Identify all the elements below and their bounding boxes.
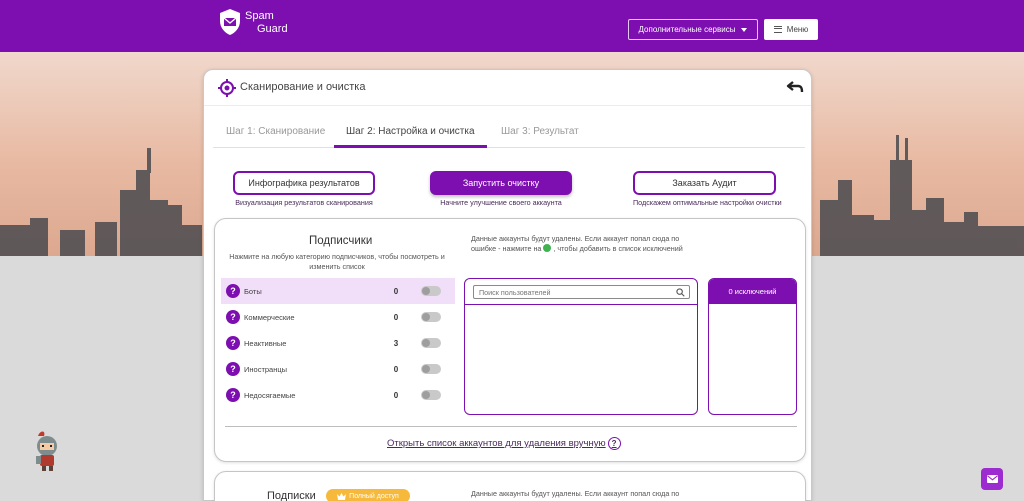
category-label: Коммерческие: [244, 312, 295, 322]
category-label: Иностранцы: [244, 364, 288, 374]
category-label: Боты: [244, 286, 262, 296]
search-input[interactable]: [474, 287, 669, 297]
exclusions-header: 0 исключений: [709, 279, 796, 304]
services-dropdown[interactable]: Дополнительные сервисы: [628, 19, 758, 40]
question-icon[interactable]: ?: [226, 284, 240, 298]
logo[interactable]: Spam Guard: [219, 8, 288, 36]
manual-delete-label[interactable]: Открыть список аккаунтов для удаления вр…: [387, 438, 606, 449]
scan-clean-card: Сканирование и очистка Шаг 1: Сканирован…: [203, 69, 812, 501]
list-divider: [465, 304, 697, 305]
category-toggle[interactable]: [421, 286, 441, 296]
accounts-list[interactable]: [464, 278, 698, 415]
question-icon[interactable]: ?: [226, 388, 240, 402]
order-audit-button[interactable]: Заказать Аудит: [633, 171, 776, 195]
category-toggle[interactable]: [421, 390, 441, 400]
infographic-action: Инфографика результатов Визуализация рез…: [233, 171, 375, 207]
menu-button[interactable]: Меню: [764, 19, 818, 40]
card-title: Сканирование и очистка: [240, 81, 366, 93]
category-count: 0: [393, 312, 399, 322]
search-box: [473, 285, 690, 299]
category-row-inactive[interactable]: ? Неактивные 3: [221, 330, 455, 356]
services-label: Дополнительные сервисы: [638, 25, 736, 34]
infographic-button[interactable]: Инфографика результатов: [233, 171, 375, 195]
delete-note-text-2: , чтобы добавить в список исключений: [553, 244, 683, 253]
search-icon[interactable]: [676, 287, 685, 297]
tab-step-1[interactable]: Шаг 1: Сканирование: [226, 126, 325, 137]
back-arrow-icon[interactable]: [786, 80, 804, 94]
caret-down-icon: [741, 27, 748, 32]
start-caption: Начните улучшение своего аккаунта: [440, 198, 562, 207]
target-icon: [218, 79, 236, 97]
shield-icon: [220, 9, 240, 35]
question-icon[interactable]: ?: [226, 336, 240, 350]
category-toggle[interactable]: [421, 338, 441, 348]
subscriptions-panel: Подписки Полный доступ Данные аккаунты б…: [214, 471, 806, 501]
crown-icon: [337, 492, 347, 500]
start-cleaning-button[interactable]: Запустить очистку: [430, 171, 572, 195]
infographic-caption: Визуализация результатов сканирования: [235, 198, 373, 207]
subscriptions-note: Данные аккаунты будут удалены. Если акка…: [471, 489, 680, 498]
card-header: Сканирование и очистка: [204, 70, 811, 106]
audit-action: Заказать Аудит Подскажем оптимальные нас…: [633, 171, 782, 207]
hamburger-icon: [773, 26, 782, 33]
category-row-bots[interactable]: ? Боты 0: [221, 278, 455, 304]
question-icon[interactable]: ?: [226, 310, 240, 324]
start-action: Запустить очистку Начните улучшение свое…: [430, 171, 572, 207]
brand-line-2: Guard: [257, 23, 288, 35]
full-access-badge: Полный доступ: [326, 489, 410, 501]
category-count: 0: [393, 364, 399, 374]
subscribers-description: Нажмите на любую категорию подписчиков, …: [229, 252, 445, 271]
active-tab-indicator: [334, 145, 487, 148]
check-icon: [543, 244, 552, 252]
brand-name: Spam Guard: [245, 10, 288, 36]
subscribers-panel: Подписчики Нажмите на любую категорию по…: [214, 218, 806, 462]
mail-icon: [986, 475, 998, 483]
category-count: 0: [393, 390, 399, 400]
panel-divider: [225, 426, 797, 427]
tab-step-3[interactable]: Шаг 3: Результат: [501, 126, 579, 137]
help-icon[interactable]: ?: [607, 437, 621, 450]
subscribers-title: Подписчики: [309, 235, 373, 247]
badge-label: Полный доступ: [349, 492, 399, 500]
category-label: Недосягаемые: [244, 390, 296, 400]
category-toggle[interactable]: [421, 364, 441, 374]
exclusions-list[interactable]: 0 исключений: [708, 278, 797, 415]
step-tabs: Шаг 1: Сканирование Шаг 2: Настройка и о…: [213, 120, 805, 148]
mail-button[interactable]: [981, 468, 1003, 490]
brand-line-1: Spam: [245, 10, 274, 22]
question-icon[interactable]: ?: [226, 362, 240, 376]
category-count: 0: [393, 286, 399, 296]
category-count: 3: [393, 338, 399, 348]
tab-step-2[interactable]: Шаг 2: Настройка и очистка: [346, 126, 475, 137]
category-row-unreachable[interactable]: ? Недосягаемые 0: [221, 382, 455, 408]
category-row-foreigners[interactable]: ? Иностранцы 0: [221, 356, 455, 382]
menu-label: Меню: [786, 25, 809, 34]
audit-caption: Подскажем оптимальные настройки очистки: [633, 198, 782, 207]
category-toggle[interactable]: [421, 312, 441, 322]
delete-note: Данные аккаунты будут удалены. Если акка…: [471, 234, 701, 254]
category-row-commercial[interactable]: ? Коммерческие 0: [221, 304, 455, 330]
mascot-knight-image: [36, 431, 57, 471]
top-bar: Spam Guard Дополнительные сервисы Меню: [0, 0, 1024, 52]
subscriptions-title: Подписки: [267, 490, 316, 501]
manual-delete-link[interactable]: Открыть список аккаунтов для удаления вр…: [387, 437, 621, 450]
category-label: Неактивные: [244, 338, 287, 348]
